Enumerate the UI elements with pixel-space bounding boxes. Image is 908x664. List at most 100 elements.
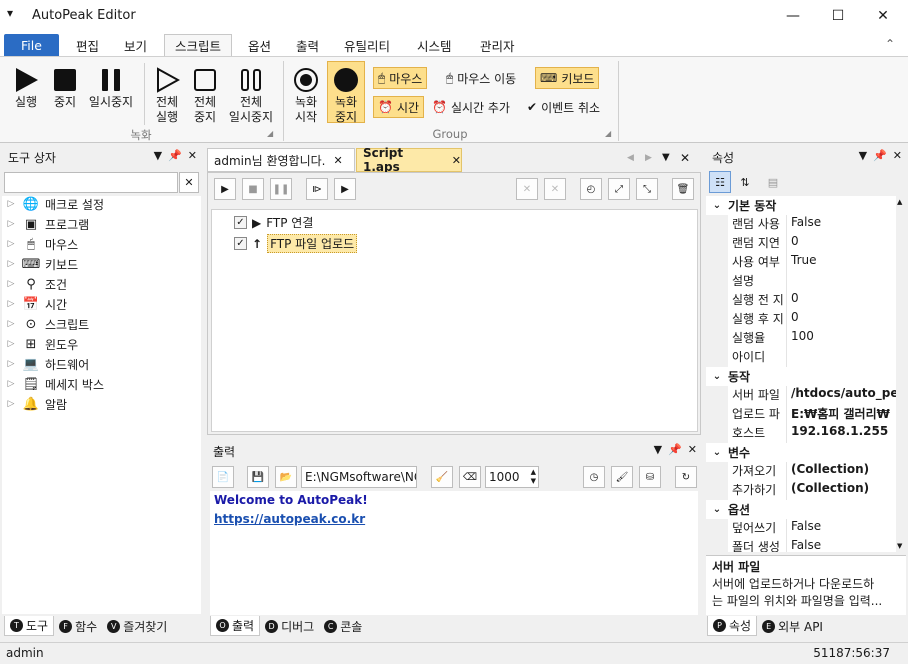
delete-all-button[interactable]: ✕ (544, 178, 566, 200)
pin-icon[interactable]: 📌 (668, 443, 682, 456)
clean-button[interactable]: 🧹 (431, 466, 453, 488)
tab-functions[interactable]: F 함수 (54, 616, 102, 636)
output-refresh-button[interactable]: ↻ (675, 466, 697, 488)
property-row[interactable]: 랜덤 사용 False (706, 215, 896, 234)
tab-output[interactable]: 출력 (286, 34, 329, 56)
tab-external-api[interactable]: E 외부 API (757, 616, 828, 636)
property-category[interactable]: ⌄ 옵션 (706, 500, 896, 519)
doc-close-icon[interactable]: ✕ (680, 151, 690, 165)
property-value[interactable]: True (786, 253, 896, 272)
tree-item[interactable]: ▷ 🌐 매크로 설정 (2, 194, 201, 214)
collapse-chevron-icon[interactable]: ⌄ (706, 200, 728, 211)
property-row[interactable]: 랜덤 지연 0 (706, 234, 896, 253)
open-folder-button[interactable]: 📂 (275, 466, 297, 488)
mouse-record-toggle[interactable]: 🖱 마우스 (373, 67, 428, 89)
property-value[interactable]: 0 (786, 291, 896, 310)
property-row[interactable]: 덮어쓰기 False (706, 519, 896, 538)
tree-item[interactable]: ▷ ⌨ 키보드 (2, 254, 201, 274)
property-row[interactable]: 폴더 생성 False (706, 538, 896, 552)
tab-tools[interactable]: T 도구 (4, 616, 55, 636)
log-path-field[interactable]: E:\NGMsoftware\NG (301, 466, 417, 488)
tab-close-icon[interactable]: ✕ (452, 154, 461, 167)
expand-arrow-icon[interactable]: ▷ (2, 379, 20, 389)
delete-item-button[interactable]: ✕ (516, 178, 538, 200)
expand-arrow-icon[interactable]: ▷ (2, 359, 20, 369)
node-checkbox[interactable]: ✓ (234, 216, 247, 229)
doc-tab-welcome[interactable]: admin님 환영합니다. ✕ (207, 148, 355, 172)
pause-all-button[interactable]: 전체 일시중지 (226, 65, 276, 125)
property-row[interactable]: 서버 파일/htdocs/auto_pe (706, 386, 896, 405)
time-record-toggle[interactable]: ⏰ 시간 (373, 96, 425, 118)
tab-list-icon[interactable]: ▼ (662, 152, 670, 163)
expand-arrow-icon[interactable]: ▷ (2, 259, 20, 269)
alphabetical-view-button[interactable]: ⇅ (734, 171, 756, 193)
expand-arrow-icon[interactable]: ▷ (2, 199, 20, 209)
script-node[interactable]: ✓ ▶ FTP 연결 (234, 214, 313, 231)
tab-system[interactable]: 시스템 (407, 34, 462, 56)
realtime-add-toggle[interactable]: ⏰ 실시간 추가 (428, 96, 514, 118)
property-row[interactable]: 실행율 100 (706, 329, 896, 348)
expand-arrow-icon[interactable]: ▷ (2, 399, 20, 409)
keyboard-record-toggle[interactable]: ⌨ 키보드 (535, 67, 600, 89)
tab-admin[interactable]: 관리자 (470, 34, 525, 56)
tree-item[interactable]: ▷ ⚲ 조건 (2, 274, 201, 294)
mouse-move-toggle[interactable]: 🖱 마우스 이동 (442, 67, 520, 89)
dropdown-arrow-icon[interactable]: ▼ (859, 149, 867, 162)
line-count-stepper[interactable]: 1000 ▲ ▼ (485, 466, 539, 488)
minimize-button[interactable]: — (770, 0, 816, 31)
property-value[interactable]: False (786, 215, 896, 234)
dialog-launcher-icon[interactable]: ◢ (267, 129, 273, 138)
tab-debug[interactable]: D 디버그 (260, 616, 319, 636)
collapse-chevron-icon[interactable]: ⌄ (706, 447, 728, 458)
panel-close-icon[interactable]: ✕ (688, 443, 697, 456)
tab-console[interactable]: C 콘솔 (319, 616, 367, 636)
scroll-down-icon[interactable]: ▼ (897, 542, 902, 550)
collapse-all-button[interactable]: ⤡ (636, 178, 658, 200)
tree-item[interactable]: ▷ 🖱 마우스 (2, 234, 201, 254)
tab-utility[interactable]: 유틸리티 (334, 34, 400, 56)
stop-all-button[interactable]: 전체 중지 (188, 65, 222, 125)
close-button[interactable]: ✕ (860, 0, 906, 31)
output-link[interactable]: https://autopeak.co.kr (214, 512, 694, 531)
pin-icon[interactable]: 📌 (873, 149, 887, 162)
tree-item[interactable]: ▷ 💻 하드웨어 (2, 354, 201, 374)
run-from-button[interactable]: ▶ (334, 178, 356, 200)
property-scrollbar[interactable]: ▲ ▼ (896, 196, 906, 552)
brush-button[interactable]: 🖌 (611, 466, 633, 488)
property-value[interactable]: (Collection) (786, 462, 896, 481)
expand-arrow-icon[interactable]: ▷ (2, 239, 20, 249)
run-button[interactable]: 실행 (8, 65, 44, 110)
property-row[interactable]: 아이디 (706, 348, 896, 367)
property-category[interactable]: ⌄ 기본 동작 (706, 196, 896, 215)
property-value[interactable] (786, 272, 896, 291)
scroll-up-icon[interactable]: ▲ (897, 198, 902, 206)
property-value[interactable]: 0 (786, 234, 896, 253)
panel-close-icon[interactable]: ✕ (188, 149, 197, 162)
tree-item[interactable]: ▷ 🗒 메세지 박스 (2, 374, 201, 394)
ribbon-collapse-icon[interactable]: ⌃ (885, 37, 895, 51)
property-row[interactable]: 업로드 파 E:₩홈피 갤러리₩ (706, 405, 896, 424)
refresh-button[interactable]: ◴ (580, 178, 602, 200)
toolbox-search-input[interactable] (4, 172, 178, 193)
script-run-button[interactable]: ▶ (214, 178, 236, 200)
tab-properties[interactable]: P 속성 (707, 616, 758, 636)
expand-arrow-icon[interactable]: ▷ (2, 219, 20, 229)
property-row[interactable]: 추가하기 (Collection) (706, 481, 896, 500)
property-category[interactable]: ⌄ 변수 (706, 443, 896, 462)
system-menu-icon[interactable]: ▾ (7, 6, 13, 20)
property-row[interactable]: 가져오기 (Collection) (706, 462, 896, 481)
script-node[interactable]: ✓ ↑ FTP 파일 업로드 (234, 234, 358, 253)
expand-arrow-icon[interactable]: ▷ (2, 339, 20, 349)
scroll-left-icon[interactable]: ◀ (627, 153, 634, 163)
tab-view[interactable]: 보기 (114, 34, 157, 56)
record-start-button[interactable]: 녹화 시작 (289, 65, 323, 125)
dropdown-arrow-icon[interactable]: ▼ (654, 443, 662, 456)
categorized-view-button[interactable]: ☷ (709, 171, 731, 193)
expand-arrow-icon[interactable]: ▷ (2, 279, 20, 289)
collapse-chevron-icon[interactable]: ⌄ (706, 504, 728, 515)
property-value[interactable]: 100 (786, 329, 896, 348)
property-row[interactable]: 사용 여부 True (706, 253, 896, 272)
event-cancel-toggle[interactable]: ✔ 이벤트 취소 (523, 96, 604, 118)
fill-color-button[interactable]: ⛁ (639, 466, 661, 488)
record-stop-button[interactable]: 녹화 중지 (327, 61, 365, 124)
